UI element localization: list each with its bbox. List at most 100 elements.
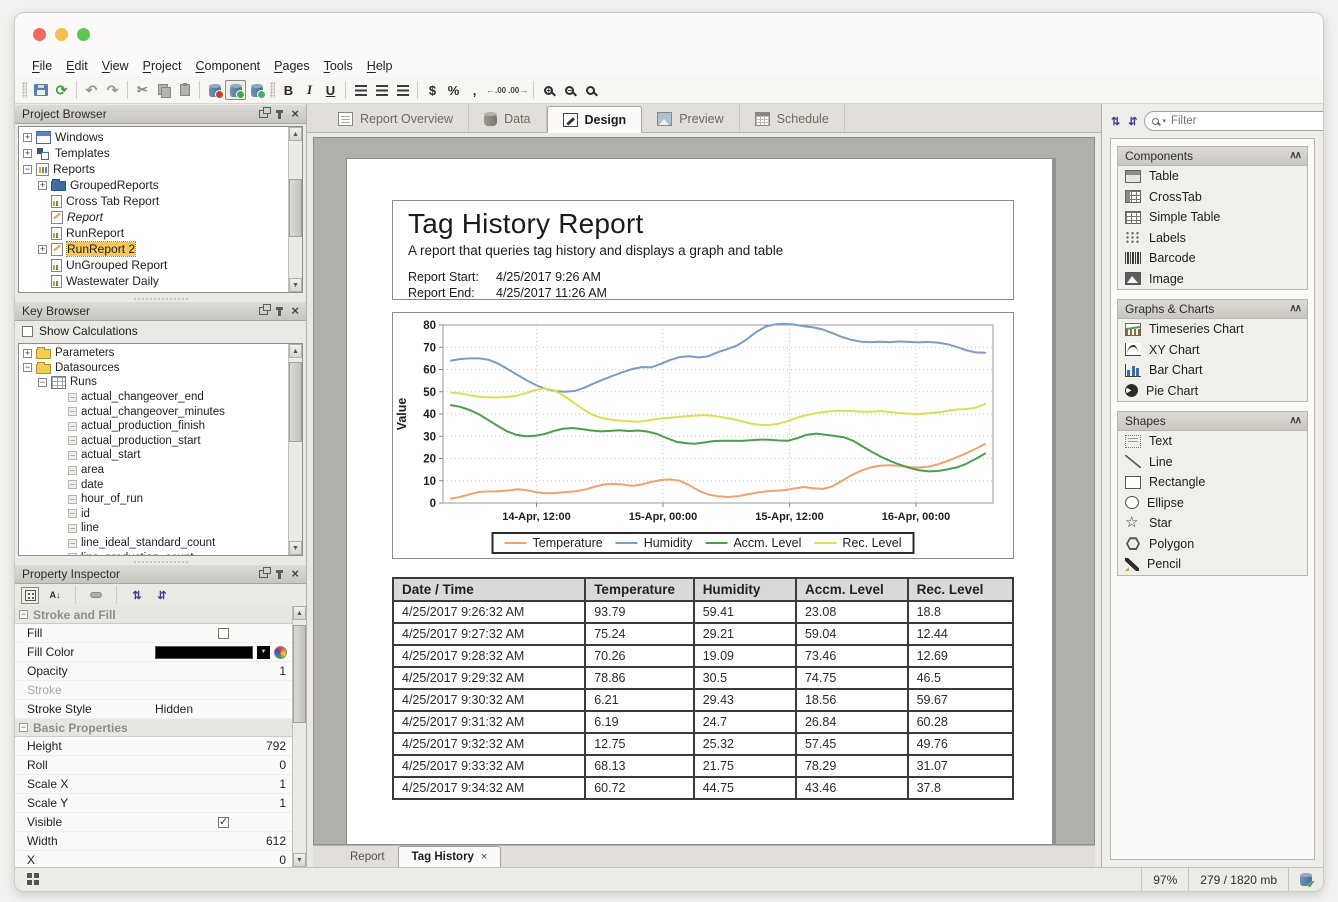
db-error-icon[interactable]: [204, 80, 225, 100]
tree-item-cross-tab-report[interactable]: Cross Tab Report: [19, 193, 288, 209]
collapse-all-icon[interactable]: ⇵: [153, 587, 171, 604]
collapse-icon[interactable]: −: [23, 363, 32, 372]
float-panel-icon[interactable]: [259, 570, 268, 578]
menu-component[interactable]: Component: [189, 58, 268, 74]
palette-item-polygon[interactable]: Polygon: [1118, 534, 1307, 555]
tab-report-overview[interactable]: Report Overview: [323, 105, 469, 132]
timeseries-chart-component[interactable]: 0102030405060708014-Apr, 12:0015-Apr, 00…: [392, 312, 1014, 559]
property-section-stroke-and-fill[interactable]: −Stroke and Fill: [15, 606, 292, 624]
minimize-window-button[interactable]: [55, 28, 68, 41]
tree-item-actual-production-start[interactable]: actual_production_start: [19, 434, 288, 449]
grid-icon[interactable]: [27, 873, 32, 878]
db-accept-icon[interactable]: [225, 80, 246, 100]
sort-alphabetical-icon[interactable]: A↓: [46, 587, 64, 604]
tree-item-line-production-count[interactable]: line_production_count: [19, 550, 288, 555]
chevron-down-icon[interactable]: ▾: [1162, 117, 1166, 125]
collapse-icon[interactable]: −: [38, 378, 47, 387]
palette-item-labels[interactable]: Labels: [1118, 228, 1307, 249]
dropdown-arrow-icon[interactable]: ▼: [257, 646, 270, 659]
scroll-up-icon[interactable]: ▲: [293, 606, 306, 620]
palette-item-table[interactable]: Table: [1118, 166, 1307, 187]
undo-icon[interactable]: ↶: [81, 80, 102, 100]
menu-edit[interactable]: Edit: [59, 58, 95, 74]
scroll-down-icon[interactable]: ▼: [289, 278, 302, 292]
copy-icon[interactable]: [153, 80, 174, 100]
property-value[interactable]: 1: [155, 777, 292, 791]
palette-item-bar-chart[interactable]: Bar Chart: [1118, 360, 1307, 381]
collapse-section-icon[interactable]: ∧∧: [1289, 305, 1300, 313]
palette-item-xy-chart[interactable]: XY Chart: [1118, 340, 1307, 361]
cut-icon[interactable]: ✂: [132, 80, 153, 100]
scroll-down-icon[interactable]: ▼: [293, 853, 306, 867]
tab-preview[interactable]: Preview: [642, 105, 739, 132]
tree-item-line[interactable]: line: [19, 521, 288, 536]
menu-help[interactable]: Help: [360, 58, 400, 74]
close-window-button[interactable]: [33, 28, 46, 41]
zoom-actual-icon[interactable]: [580, 80, 601, 100]
decrease-decimal-icon[interactable]: .00→: [507, 80, 529, 100]
tree-item-area[interactable]: area: [19, 463, 288, 478]
expand-icon[interactable]: +: [23, 133, 32, 142]
show-description-icon[interactable]: [87, 587, 105, 604]
tree-item-parameters[interactable]: +Parameters: [19, 346, 288, 361]
scroll-up-icon[interactable]: ▲: [289, 127, 302, 141]
expand-all-icon[interactable]: ⇅: [1110, 113, 1121, 130]
collapse-section-icon[interactable]: ∧∧: [1289, 152, 1300, 160]
palette-item-barcode[interactable]: Barcode: [1118, 248, 1307, 269]
database-status-icon[interactable]: [1300, 873, 1312, 886]
save-icon[interactable]: [30, 80, 51, 100]
percent-icon[interactable]: %: [443, 80, 464, 100]
tree-item-runreport-2[interactable]: +RunReport 2: [19, 241, 288, 257]
palette-item-ellipse[interactable]: Ellipse: [1118, 493, 1307, 514]
property-value[interactable]: Hidden: [155, 702, 292, 716]
bold-icon[interactable]: B: [278, 80, 299, 100]
zoom-out-icon[interactable]: −: [559, 80, 580, 100]
palette-section-header[interactable]: Graphs & Charts∧∧: [1118, 300, 1307, 319]
tab-data[interactable]: Data: [469, 105, 546, 132]
pin-panel-icon[interactable]: [278, 307, 281, 316]
scrollbar-thumb[interactable]: [293, 625, 306, 723]
palette-item-simple-table[interactable]: Simple Table: [1118, 207, 1307, 228]
increase-decimal-icon[interactable]: ←.00: [485, 80, 507, 100]
property-value[interactable]: 1: [155, 796, 292, 810]
pin-panel-icon[interactable]: [278, 110, 281, 119]
menu-pages[interactable]: Pages: [267, 58, 316, 74]
tree-item-ungrouped-report[interactable]: UnGrouped Report: [19, 257, 288, 273]
tree-item-actual-production-finish[interactable]: actual_production_finish: [19, 419, 288, 434]
collapse-all-icon[interactable]: ⇵: [1127, 113, 1138, 130]
property-value[interactable]: 1: [155, 664, 292, 678]
collapse-section-icon[interactable]: ∧∧: [1289, 417, 1300, 425]
tree-item-windows[interactable]: +Windows: [19, 129, 288, 145]
tree-item-templates[interactable]: +Templates: [19, 145, 288, 161]
tree-item-report[interactable]: Report: [19, 209, 288, 225]
color-swatch[interactable]: [155, 646, 253, 659]
collapse-section-icon[interactable]: −: [19, 610, 28, 619]
close-tab-icon[interactable]: ×: [481, 851, 487, 863]
align-center-icon[interactable]: [371, 80, 392, 100]
palette-section-header[interactable]: Components∧∧: [1118, 147, 1307, 166]
scrollbar-thumb[interactable]: [289, 362, 302, 443]
scroll-up-icon[interactable]: ▲: [289, 344, 302, 358]
tree-item-datasources[interactable]: −Datasources: [19, 361, 288, 376]
tree-item-runreport[interactable]: RunReport: [19, 225, 288, 241]
refresh-icon[interactable]: ⟳: [51, 80, 72, 100]
db-refresh-icon[interactable]: [246, 80, 267, 100]
tree-item-line-ideal-standard-count[interactable]: line_ideal_standard_count: [19, 536, 288, 551]
categorized-view-icon[interactable]: [21, 587, 39, 604]
property-value[interactable]: 0: [155, 853, 292, 867]
page-tab-tag-history[interactable]: Tag History×: [398, 846, 502, 867]
tree-item-runs[interactable]: −Runs: [19, 375, 288, 390]
close-panel-icon[interactable]: ×: [291, 109, 299, 119]
checkbox[interactable]: [218, 817, 229, 828]
expand-all-icon[interactable]: ⇅: [128, 587, 146, 604]
align-right-icon[interactable]: [392, 80, 413, 100]
show-calculations-checkbox[interactable]: [22, 326, 33, 337]
expand-icon[interactable]: +: [23, 349, 32, 358]
paste-icon[interactable]: [174, 80, 195, 100]
align-left-icon[interactable]: [350, 80, 371, 100]
pin-panel-icon[interactable]: [278, 570, 281, 579]
menu-file[interactable]: File: [25, 58, 59, 74]
property-value[interactable]: 792: [155, 739, 292, 753]
close-panel-icon[interactable]: ×: [291, 306, 299, 316]
palette-item-image[interactable]: Image: [1118, 269, 1307, 290]
